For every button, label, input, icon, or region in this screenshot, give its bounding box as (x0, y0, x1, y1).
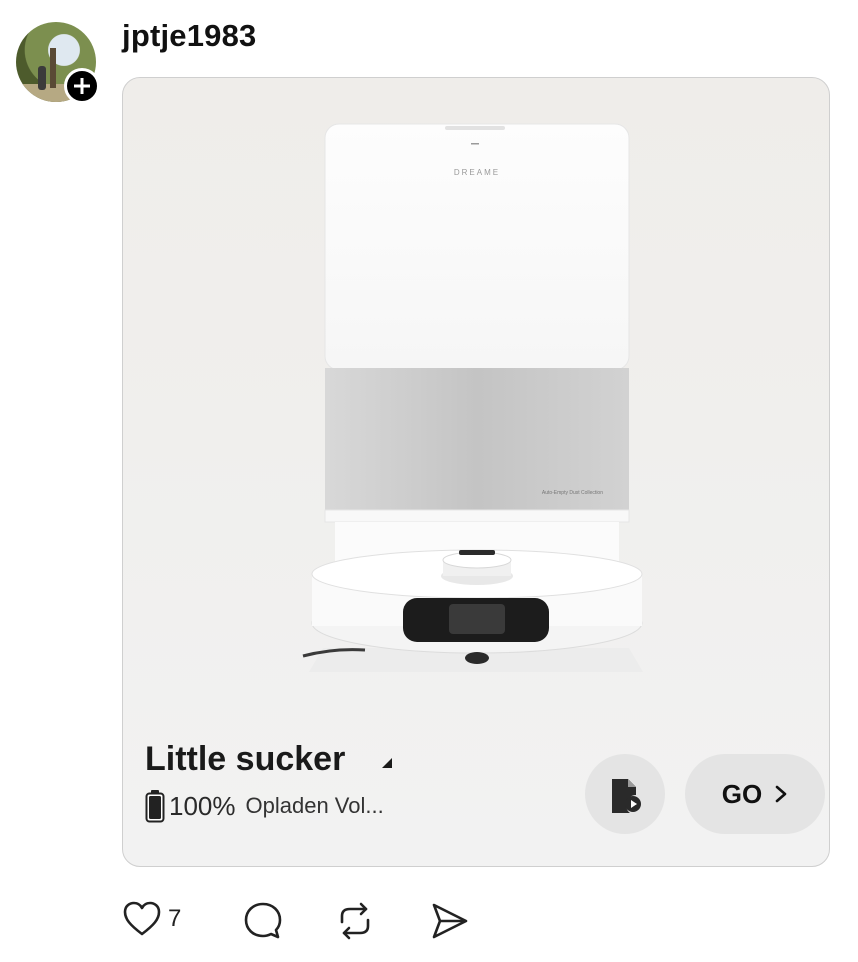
comment-icon (244, 902, 282, 939)
device-name[interactable]: Little sucker (145, 740, 345, 779)
share-button[interactable] (428, 900, 470, 942)
battery-icon (145, 790, 165, 823)
shortcut-button[interactable] (585, 754, 665, 834)
dreame-brand-print: DREAME (454, 168, 500, 177)
username[interactable]: jptje1983 (122, 18, 257, 54)
plus-icon (74, 78, 90, 94)
document-play-icon (612, 779, 641, 813)
go-button-label: GO (721, 778, 763, 809)
chevron-right-icon (775, 785, 787, 803)
battery-status: 100% Opladen Vol... (145, 788, 384, 824)
send-icon (432, 903, 468, 939)
robot-vacuum-image: DREAME Auto-Empty Dust Collection (302, 123, 643, 672)
repost-icon (340, 902, 370, 940)
like-button[interactable]: 7 (122, 900, 181, 938)
follow-button[interactable] (64, 68, 100, 104)
dock-print: Auto-Empty Dust Collection (542, 490, 603, 496)
dropdown-caret-icon[interactable] (381, 757, 393, 769)
heart-icon (123, 901, 161, 936)
charging-status: Opladen Vol... (245, 793, 384, 818)
go-button[interactable]: GO (685, 754, 825, 834)
repost-button[interactable] (334, 900, 376, 942)
device-card[interactable]: DREAME Auto-Empty Dust Collection Little… (122, 77, 830, 867)
like-count: 7 (168, 905, 182, 932)
battery-percentage: 100% (169, 790, 236, 821)
comment-button[interactable] (242, 900, 284, 942)
